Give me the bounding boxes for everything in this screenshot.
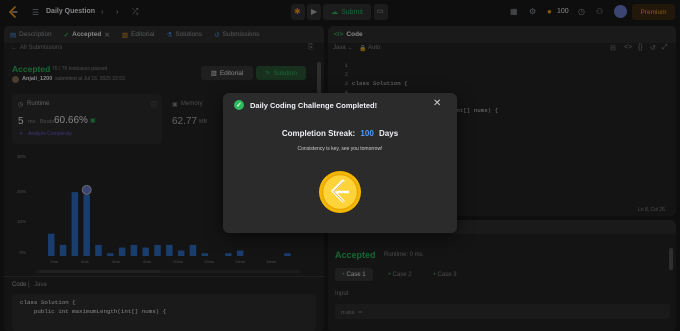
modal-title: Daily Coding Challenge Completed!: [250, 101, 378, 110]
streak-unit: Days: [379, 129, 399, 138]
close-icon[interactable]: ✕: [433, 98, 441, 109]
streak-row: Completion Streak: 100 Days: [223, 129, 457, 138]
check-circle-icon: ✓: [234, 100, 244, 110]
streak-label: Completion Streak:: [281, 129, 356, 138]
modal-message: Consistency is key, see you tomorrow!: [297, 146, 383, 152]
streak-value: 100: [360, 129, 374, 138]
gold-coin-icon: [318, 170, 362, 214]
daily-challenge-modal: ✓ Daily Coding Challenge Completed! ✕ Co…: [223, 93, 457, 233]
